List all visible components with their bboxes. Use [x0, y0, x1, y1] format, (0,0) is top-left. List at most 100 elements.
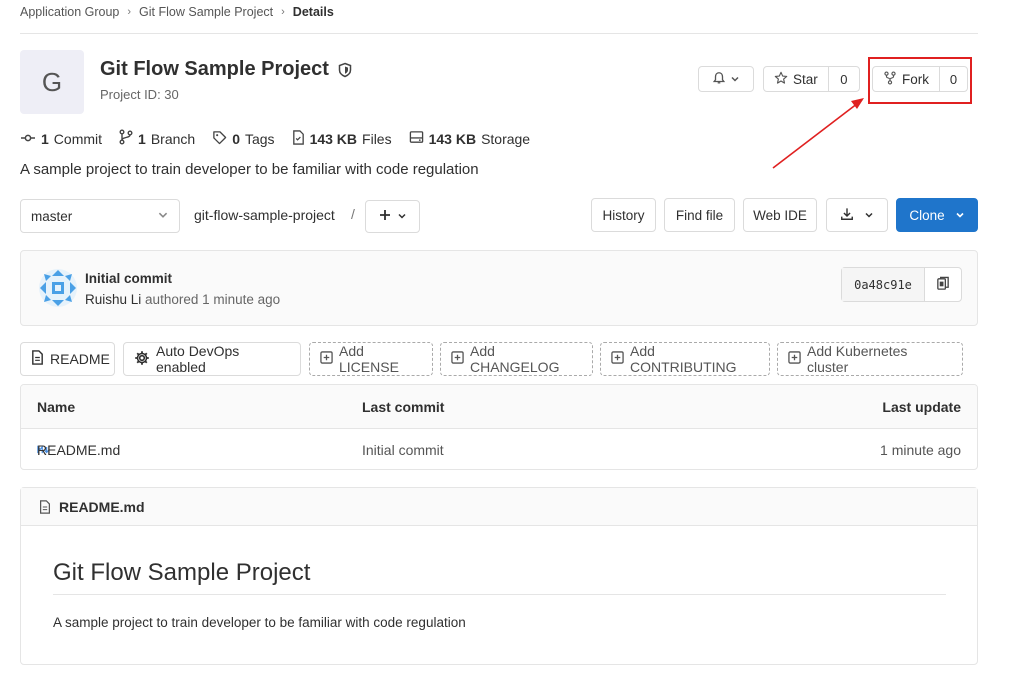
- plus-icon: [379, 209, 391, 224]
- notification-button[interactable]: [698, 66, 754, 92]
- stat-branches-count: 1: [138, 130, 146, 147]
- download-dropdown[interactable]: [826, 198, 888, 232]
- readme-header: README.md: [21, 488, 977, 526]
- stat-storage[interactable]: 143 KB Storage: [409, 130, 531, 147]
- last-commit-panel: Initial commit Ruishu Li authored 1 minu…: [20, 250, 978, 326]
- commit-sha-group: 0a48c91e: [841, 267, 962, 302]
- column-header-name: Name: [37, 398, 76, 415]
- readme-body: A sample project to train developer to b…: [53, 615, 466, 630]
- branch-icon: [119, 129, 133, 148]
- file-last-commit[interactable]: Initial commit: [362, 442, 444, 458]
- chevron-down-icon: [864, 208, 874, 223]
- repo-path-link[interactable]: git-flow-sample-project: [194, 207, 335, 223]
- add-kubernetes-button[interactable]: Add Kubernetes cluster: [777, 342, 963, 376]
- stat-storage-label: Storage: [481, 130, 531, 147]
- breadcrumb-current[interactable]: Details: [293, 5, 334, 19]
- web-ide-button[interactable]: Web IDE: [743, 198, 817, 232]
- commit-sha[interactable]: 0a48c91e: [842, 268, 925, 301]
- readme-button-label: README: [50, 351, 110, 367]
- readme-filename: README.md: [59, 498, 145, 515]
- add-file-dropdown[interactable]: [365, 200, 420, 233]
- stat-commits[interactable]: 1 Commit: [20, 131, 102, 147]
- annotation-highlight-box: [868, 57, 972, 104]
- file-last-update: 1 minute ago: [880, 441, 961, 458]
- chevron-down-icon: [157, 209, 169, 224]
- project-avatar: G: [20, 50, 84, 114]
- stat-files-size: 143 KB: [309, 130, 358, 147]
- add-contributing-label: Add CONTRIBUTING: [630, 343, 737, 375]
- readme-panel: README.md Git Flow Sample Project A samp…: [20, 487, 978, 665]
- document-icon: [31, 350, 44, 368]
- plus-square-icon: [611, 351, 624, 367]
- auto-devops-button[interactable]: Auto DevOps enabled: [123, 342, 301, 376]
- star-icon: [774, 71, 788, 88]
- document-icon: [39, 499, 51, 514]
- project-description: A sample project to train developer to b…: [20, 161, 479, 178]
- readme-heading: Git Flow Sample Project: [53, 559, 311, 586]
- table-row[interactable]: README.md Initial commit 1 minute ago: [21, 429, 977, 469]
- copy-sha-button[interactable]: [925, 268, 961, 301]
- bell-icon: [712, 71, 726, 88]
- plus-square-icon: [788, 351, 801, 367]
- shield-icon: [337, 62, 353, 78]
- breadcrumb-group-link[interactable]: Application Group: [20, 5, 119, 19]
- stat-files-label: Files: [362, 130, 392, 147]
- settings-icon: [134, 350, 150, 369]
- tag-icon: [212, 130, 227, 148]
- readme-button[interactable]: README: [20, 342, 115, 376]
- chevron-right-icon: ›: [127, 6, 132, 18]
- add-changelog-button[interactable]: Add CHANGELOG: [440, 342, 593, 376]
- stat-branches[interactable]: 1 Branch: [119, 129, 195, 148]
- path-separator: /: [351, 206, 355, 222]
- project-id: Project ID: 30: [100, 87, 179, 102]
- star-button[interactable]: Star 0: [763, 66, 860, 92]
- author-avatar[interactable]: [38, 268, 78, 308]
- stat-files[interactable]: 143 KB Files: [292, 129, 392, 148]
- add-changelog-label: Add CHANGELOG: [470, 343, 560, 375]
- chevron-down-icon: [397, 209, 407, 224]
- stat-branches-label: Branch: [150, 130, 196, 147]
- commit-time: authored 1 minute ago: [145, 292, 281, 307]
- download-icon: [840, 207, 854, 224]
- add-license-label: Add LICENSE: [339, 343, 399, 375]
- breadcrumb-project-link[interactable]: Git Flow Sample Project: [139, 5, 273, 19]
- file-icon: [292, 129, 305, 148]
- add-contributing-button[interactable]: Add CONTRIBUTING: [600, 342, 770, 376]
- branch-selector-value: master: [31, 208, 73, 224]
- stat-commits-count: 1: [41, 130, 49, 147]
- file-name: README.md: [37, 441, 121, 458]
- commit-author-link[interactable]: Ruishu Li: [85, 292, 141, 307]
- plus-square-icon: [320, 351, 333, 367]
- stat-commits-label: Commit: [53, 130, 103, 147]
- stat-tags[interactable]: 0 Tags: [212, 130, 275, 148]
- chevron-down-icon: [955, 208, 965, 223]
- breadcrumb: Application Group › Git Flow Sample Proj…: [20, 3, 334, 21]
- chevron-right-icon: ›: [281, 6, 285, 18]
- column-header-last-commit: Last commit: [362, 398, 445, 415]
- table-header: Name Last commit Last update: [21, 385, 977, 429]
- commit-meta: Ruishu Li authored 1 minute ago: [85, 292, 280, 307]
- divider: [20, 33, 978, 34]
- clone-button[interactable]: Clone: [896, 198, 978, 232]
- chevron-down-icon: [730, 72, 740, 87]
- star-count[interactable]: 0: [829, 72, 859, 87]
- find-file-button[interactable]: Find file: [664, 198, 735, 232]
- file-table: Name Last commit Last update README.md I…: [20, 384, 978, 470]
- stat-tags-count: 0: [232, 130, 240, 147]
- annotation-arrow: [772, 98, 864, 169]
- storage-icon: [409, 130, 424, 147]
- star-label: Star: [793, 71, 818, 87]
- branch-selector[interactable]: master: [20, 199, 180, 233]
- project-stats: 1 Commit 1 Branch 0 Tags 143 KB Files 14…: [20, 129, 530, 148]
- copy-icon: [936, 276, 950, 294]
- column-header-last-update: Last update: [882, 398, 961, 415]
- clone-label: Clone: [909, 207, 945, 223]
- history-button[interactable]: History: [591, 198, 656, 232]
- project-title-text: Git Flow Sample Project: [100, 58, 329, 80]
- add-license-button[interactable]: Add LICENSE: [309, 342, 433, 376]
- page-title: Git Flow Sample Project: [100, 58, 353, 81]
- stat-tags-label: Tags: [244, 130, 275, 147]
- stat-storage-size: 143 KB: [428, 130, 477, 147]
- add-kubernetes-label: Add Kubernetes cluster: [807, 343, 908, 375]
- commit-title-link[interactable]: Initial commit: [85, 271, 172, 286]
